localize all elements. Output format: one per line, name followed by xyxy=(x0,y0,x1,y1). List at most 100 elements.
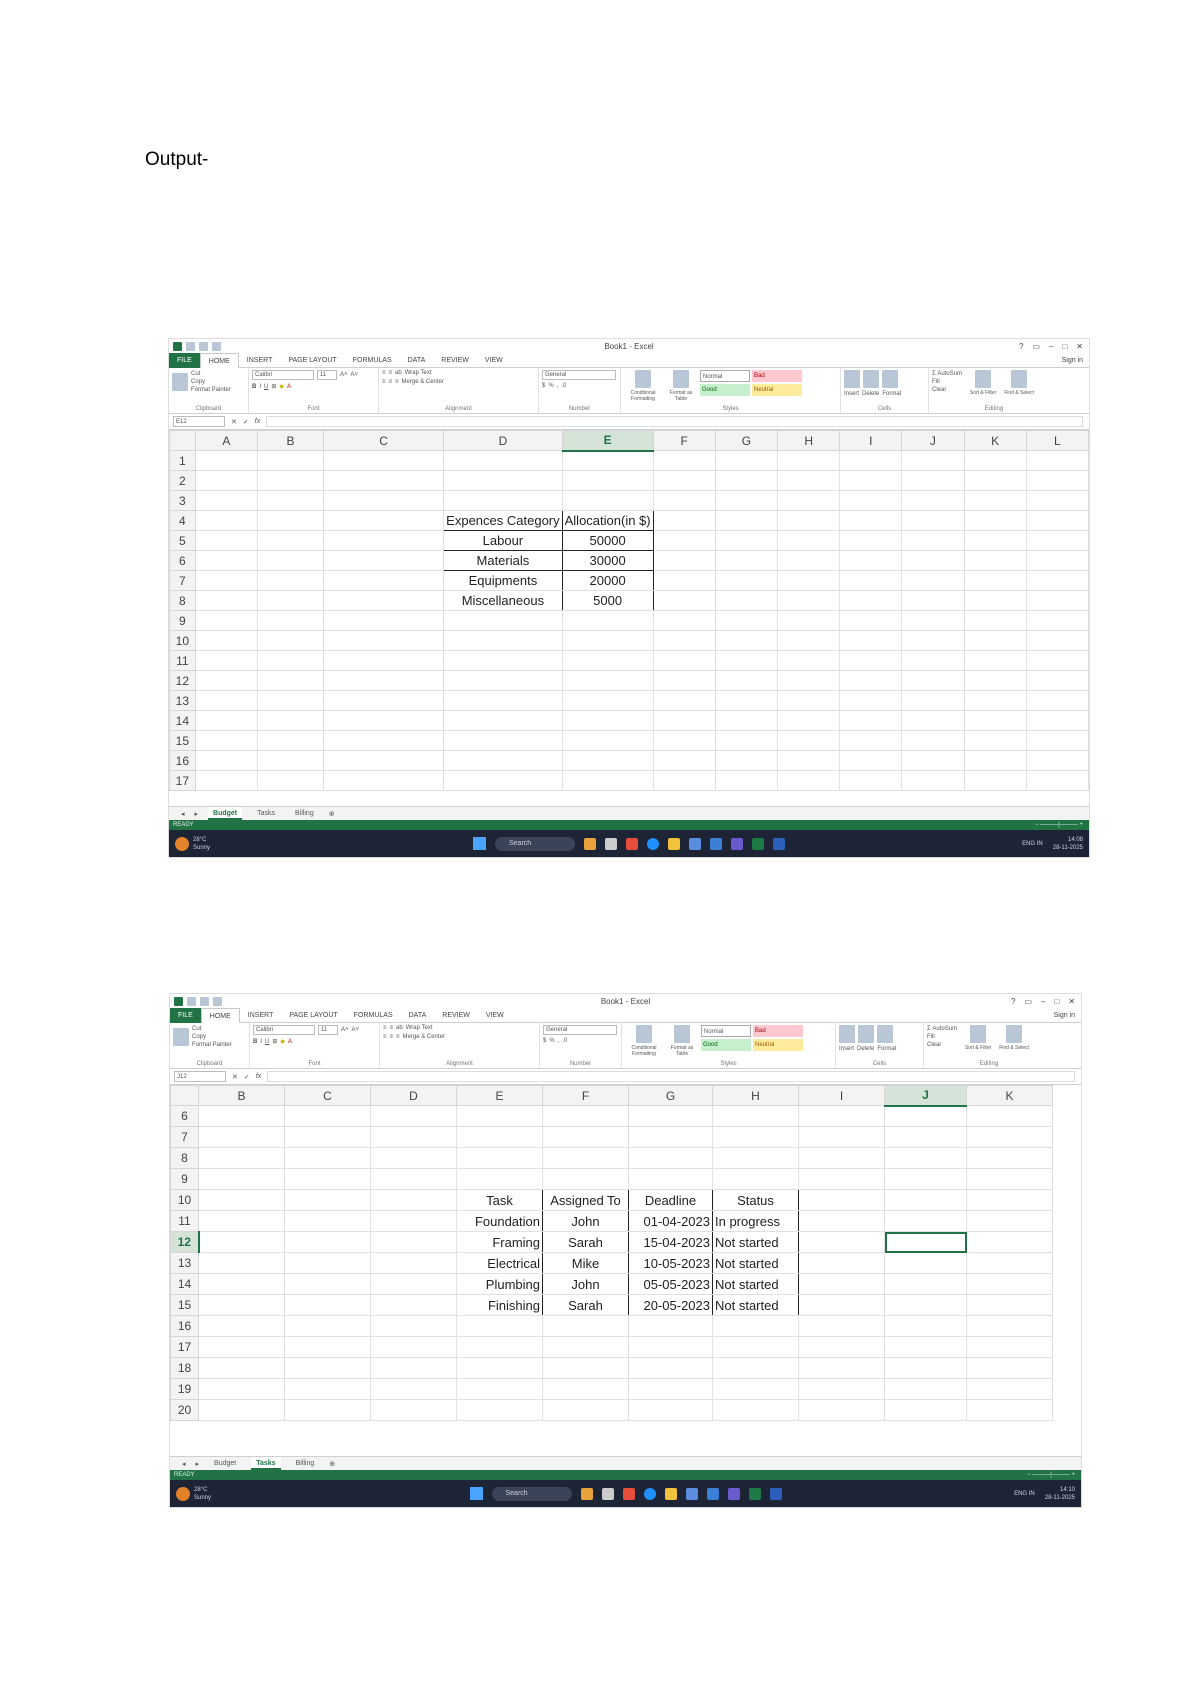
insert-cells-icon[interactable] xyxy=(844,370,860,388)
maximize-icon[interactable]: □ xyxy=(1054,997,1059,1006)
tab-view[interactable]: VIEW xyxy=(477,353,511,368)
font-color-icon[interactable]: A xyxy=(288,1039,292,1045)
windows-start-icon[interactable] xyxy=(473,837,486,850)
taskbar-date[interactable]: 28-11-2025 xyxy=(1053,844,1083,852)
tab-view[interactable]: VIEW xyxy=(478,1008,512,1023)
budget-cell[interactable]: Labour xyxy=(443,530,563,551)
autosum-button[interactable]: Σ AutoSum xyxy=(932,370,962,378)
select-all-corner[interactable] xyxy=(169,430,196,451)
align-center-icon[interactable]: ≡ xyxy=(389,379,393,385)
align-top-icon[interactable]: ≡ xyxy=(383,1025,387,1031)
row-header[interactable]: 19 xyxy=(170,1378,199,1400)
select-all-corner[interactable] xyxy=(170,1085,199,1106)
col-header-e[interactable]: E xyxy=(561,430,654,452)
clear-button[interactable]: Clear xyxy=(927,1041,957,1049)
col-header-h[interactable]: H xyxy=(777,430,841,451)
format-as-table-icon[interactable] xyxy=(674,1025,690,1043)
sheet-tab-budget[interactable]: Budget xyxy=(209,1457,241,1470)
row-header[interactable]: 14 xyxy=(169,710,196,731)
col-header-f[interactable]: F xyxy=(542,1085,629,1106)
format-cells-icon[interactable] xyxy=(882,370,898,388)
row-header[interactable]: 2 xyxy=(169,470,196,491)
formula-input[interactable] xyxy=(267,1071,1075,1082)
row-header[interactable]: 15 xyxy=(169,730,196,751)
col-header-g[interactable]: G xyxy=(714,430,779,451)
row-header[interactable]: 3 xyxy=(169,490,196,511)
decimal-icon[interactable]: .0 xyxy=(561,383,566,389)
clear-button[interactable]: Clear xyxy=(932,386,962,394)
col-header-g[interactable]: G xyxy=(628,1085,713,1106)
fx-icon[interactable]: fx xyxy=(256,1073,261,1080)
style-normal[interactable]: Normal xyxy=(700,370,750,382)
align-middle-icon[interactable]: ≡ xyxy=(389,370,393,376)
font-name-box[interactable]: Calibri xyxy=(252,370,314,380)
sign-in-link[interactable]: Sign in xyxy=(1062,357,1089,364)
tab-insert[interactable]: INSERT xyxy=(240,1008,282,1023)
budget-cell[interactable]: 20000 xyxy=(561,570,654,591)
font-name-box[interactable]: Calibri xyxy=(253,1025,315,1035)
task-cell[interactable]: Not started xyxy=(712,1294,799,1316)
find-select-button[interactable]: Find & Select xyxy=(999,1045,1029,1051)
sheet-tab-billing[interactable]: Billing xyxy=(291,1457,320,1470)
budget-cell[interactable]: Materials xyxy=(443,550,563,571)
cancel-icon[interactable]: ✕ xyxy=(231,418,237,426)
widgets-icon[interactable] xyxy=(584,837,596,850)
row-header[interactable]: 20 xyxy=(170,1399,199,1421)
row-header[interactable]: 13 xyxy=(170,1252,199,1274)
tab-formulas[interactable]: FORMULAS xyxy=(345,353,400,368)
format-cells-icon[interactable] xyxy=(877,1025,893,1043)
font-color-icon[interactable]: A xyxy=(287,384,291,390)
windows-start-icon[interactable] xyxy=(469,1487,483,1500)
cancel-icon[interactable]: ✕ xyxy=(232,1073,238,1081)
undo-icon[interactable] xyxy=(199,341,208,351)
task-cell[interactable]: Not started xyxy=(712,1252,799,1274)
tab-review[interactable]: REVIEW xyxy=(433,353,477,368)
sort-filter-icon[interactable] xyxy=(975,370,992,388)
copilot-icon[interactable] xyxy=(622,1487,635,1500)
insert-button[interactable]: Insert xyxy=(839,1046,854,1052)
sheet-tab-budget[interactable]: Budget xyxy=(208,807,243,820)
taskbar-search[interactable]: Search xyxy=(495,836,575,851)
taskbar-lang[interactable]: ENG IN xyxy=(1014,1490,1035,1498)
number-format-box[interactable]: General xyxy=(542,370,616,380)
task-cell[interactable]: In progress xyxy=(712,1210,799,1232)
sheet-tab-tasks[interactable]: Tasks xyxy=(251,1457,281,1470)
widgets-icon[interactable] xyxy=(580,1487,593,1500)
style-good[interactable]: Good xyxy=(700,384,750,396)
minimize-icon[interactable]: – xyxy=(1041,997,1045,1006)
binoculars-icon[interactable] xyxy=(1006,1025,1023,1043)
budget-header-category[interactable]: Expences Category xyxy=(443,510,563,531)
taskbar-date[interactable]: 28-11-2025 xyxy=(1045,1494,1075,1502)
help-icon[interactable]: ? xyxy=(1019,342,1023,351)
sign-in-link[interactable]: Sign in xyxy=(1054,1012,1081,1019)
row-header[interactable]: 10 xyxy=(169,630,196,651)
add-sheet-icon[interactable]: ⊕ xyxy=(329,1460,335,1468)
col-header-h[interactable]: H xyxy=(712,1085,799,1106)
budget-cell[interactable]: 5000 xyxy=(561,590,654,611)
tab-data[interactable]: DATA xyxy=(400,353,434,368)
style-bad[interactable]: Bad xyxy=(752,370,802,382)
col-header-j[interactable]: J xyxy=(901,430,965,451)
tab-file[interactable]: FILE xyxy=(170,1007,201,1023)
name-box[interactable]: J12 xyxy=(174,1071,226,1082)
task-cell[interactable]: Finishing xyxy=(456,1294,543,1316)
sort-filter-icon[interactable] xyxy=(970,1025,987,1043)
task-cell[interactable]: 01-04-2023 xyxy=(628,1210,713,1232)
task-cell[interactable]: John xyxy=(542,1210,629,1232)
cut-button[interactable]: Cut xyxy=(192,1025,232,1033)
formula-input[interactable] xyxy=(266,416,1083,427)
fx-icon[interactable]: fx xyxy=(255,418,260,425)
tab-page-layout[interactable]: PAGE LAYOUT xyxy=(280,353,344,368)
row-header[interactable]: 12 xyxy=(170,1231,200,1253)
col-header-c[interactable]: C xyxy=(323,430,445,451)
copy-button[interactable]: Copy xyxy=(192,1033,232,1041)
col-header-b[interactable]: B xyxy=(198,1085,285,1106)
col-header-k[interactable]: K xyxy=(963,430,1027,451)
conditional-formatting-button[interactable]: Conditional Formatting xyxy=(625,1045,663,1057)
align-left-icon[interactable]: ≡ xyxy=(382,379,386,385)
merge-center-button[interactable]: Merge & Center xyxy=(402,379,444,385)
delete-button[interactable]: Delete xyxy=(857,1046,874,1052)
shrink-font-icon[interactable]: A˅ xyxy=(351,372,359,378)
align-right-icon[interactable]: ≡ xyxy=(396,1034,400,1040)
row-header[interactable]: 8 xyxy=(170,1147,199,1169)
